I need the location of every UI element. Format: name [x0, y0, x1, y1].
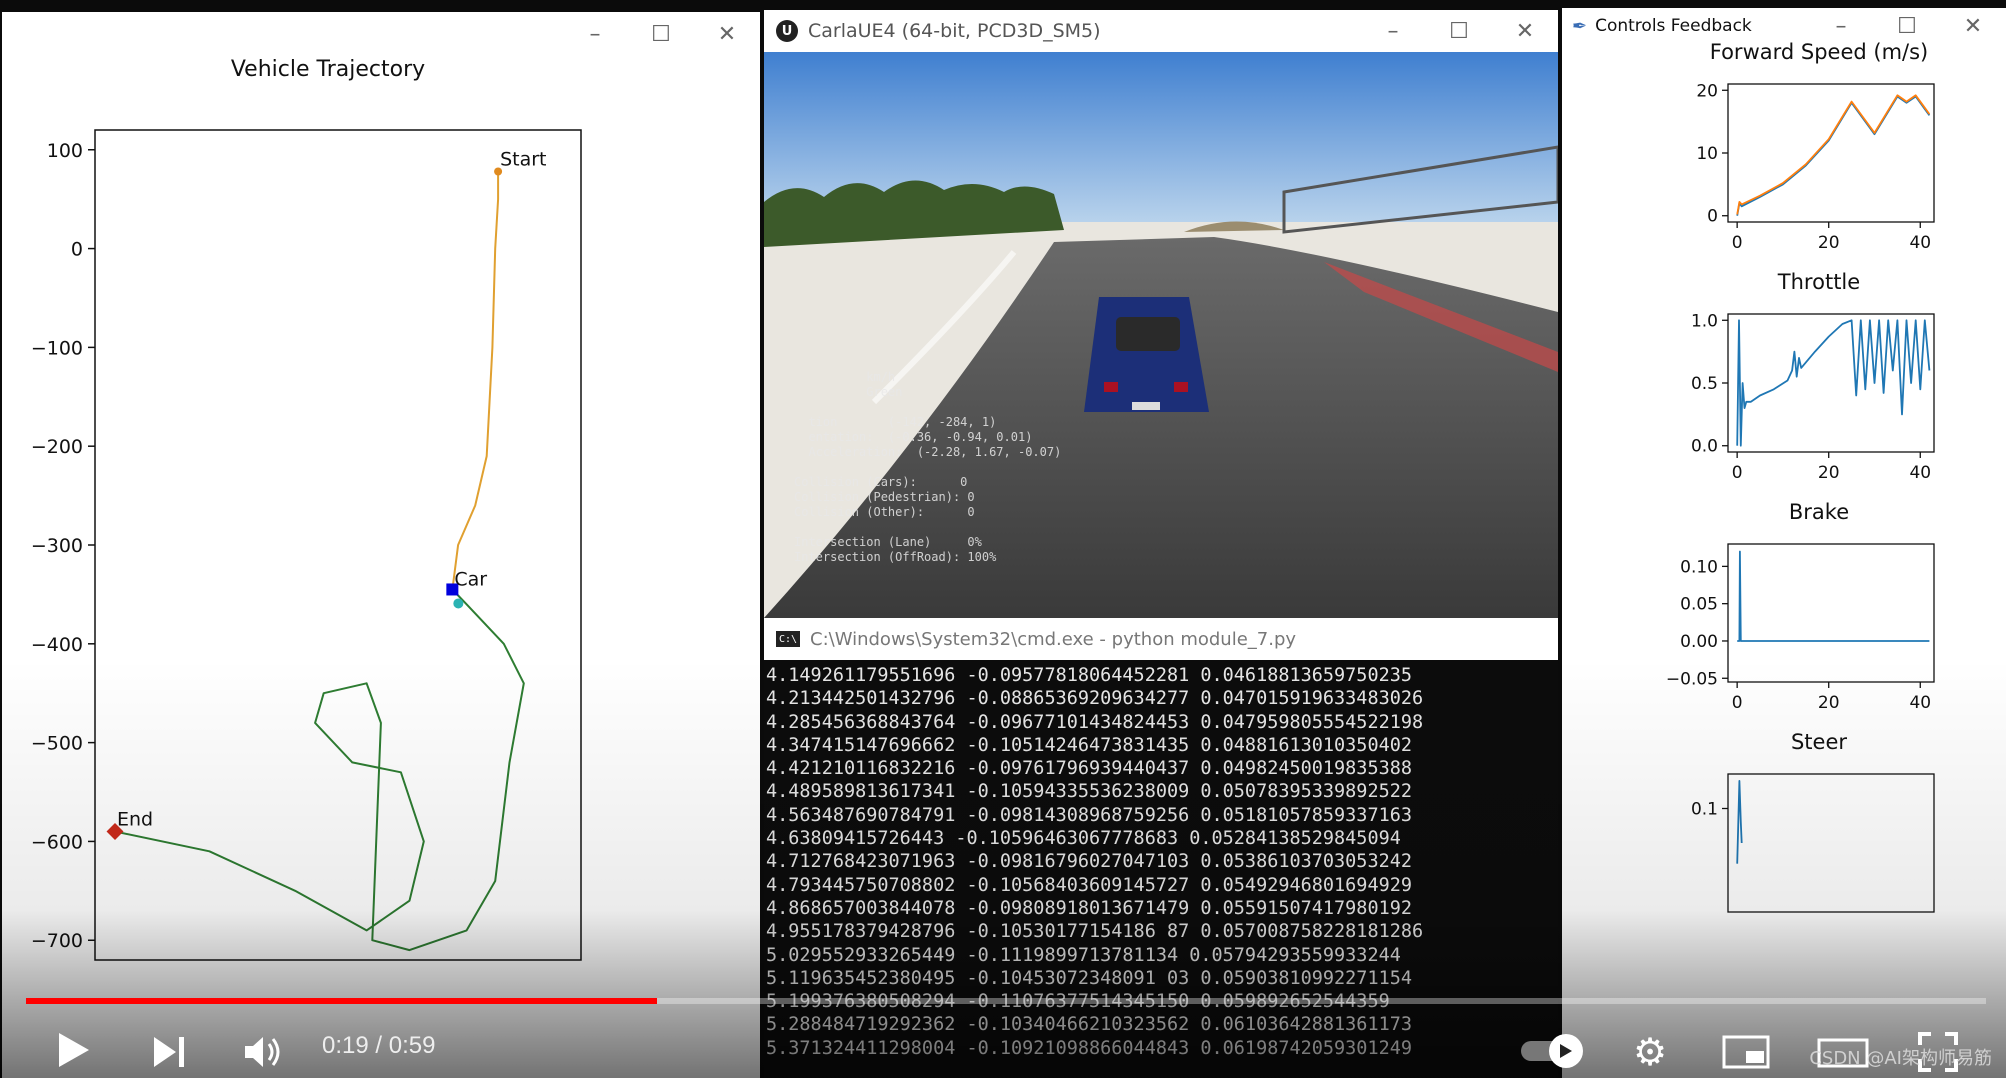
x-tick-label: 20: [1818, 693, 1840, 713]
y-tick-label: −600: [31, 831, 83, 853]
y-tick-label: 0.10: [1680, 557, 1718, 577]
next-button[interactable]: [150, 1032, 190, 1072]
skip-next-icon: [154, 1037, 184, 1067]
x-tick-label: 20: [1818, 233, 1840, 253]
controls-feedback-window: ✒ Controls Feedback – ☐ ✕ Forward Speed …: [1562, 8, 2006, 1078]
miniplayer-button[interactable]: [1720, 1032, 1772, 1072]
y-tick-label: −700: [31, 930, 83, 952]
carla-window: U CarlaUE4 (64-bit, PCD3D_SM5) – ☐ ✕ km/…: [764, 10, 1558, 618]
trajectory-title: Vehicle Trajectory: [231, 57, 425, 82]
lookahead-marker: [453, 598, 464, 609]
car-label: Car: [454, 568, 487, 590]
y-tick-label: −100: [31, 337, 83, 359]
console-line: 4.563487690784791 -0.09814308968759256 0…: [766, 804, 1413, 826]
y-tick-label: 0.00: [1680, 632, 1718, 652]
console-line: 4.421210116832216 -0.09761796939440437 0…: [766, 758, 1413, 780]
x-tick-label: 40: [1909, 233, 1931, 253]
carla-titlebar: U CarlaUE4 (64-bit, PCD3D_SM5) – ☐ ✕: [764, 10, 1558, 52]
x-tick-label: 40: [1909, 463, 1931, 483]
y-tick-label: 0: [1707, 207, 1718, 227]
feedback-plots: Forward Speed (m/s)201000 20 40Throttle1.0…: [1666, 40, 1935, 913]
y-tick-label: 0.1: [1691, 800, 1718, 820]
start-label: Start: [500, 149, 546, 171]
console-line: 5.371324411298004 -0.10921098866044843 0…: [766, 1037, 1413, 1059]
console-line: 4.347415147696662 -0.10514246473831435 0…: [766, 734, 1413, 756]
console-line: 4.793445750708802 -0.10568403609145727 0…: [766, 874, 1413, 896]
y-tick-label: 0.0: [1691, 437, 1718, 457]
console-icon: C:\: [776, 631, 800, 647]
y-tick-label: 0: [71, 239, 83, 261]
x-tick-label: 40: [1909, 693, 1931, 713]
close-button[interactable]: ✕: [1492, 10, 1558, 53]
console-line: 4.955178379428796 -0.10530177154186 87 0…: [766, 921, 1424, 943]
play-icon: [59, 1033, 89, 1067]
y-tick-label: −300: [31, 535, 83, 557]
console-line: 4.285456368843764 -0.09677101434824453 0…: [766, 711, 1424, 733]
y-tick-label: −200: [31, 436, 83, 458]
feedback-plot-frame: [1727, 83, 1935, 223]
y-tick-label: 0.05: [1680, 595, 1718, 615]
console-line: 4.149261179551696 -0.09577818064452281 0…: [766, 665, 1413, 686]
volume-icon: [245, 1037, 280, 1067]
y-tick-label: 1.0: [1691, 311, 1718, 331]
x-tick-label: 0: [1732, 463, 1743, 483]
cmd-window-title: C:\Windows\System32\cmd.exe - python mod…: [810, 628, 1297, 650]
vehicle-trajectory-window: – ☐ ✕ Vehicle Trajectory 100 0 −100 −200 −300…: [2, 12, 760, 1078]
x-tick-label: 0: [1732, 233, 1743, 253]
feedback-chart-title: Steer: [1791, 730, 1847, 754]
play-button[interactable]: [54, 1030, 94, 1070]
feedback-plot-frame: [1727, 773, 1935, 913]
feedback-chart-title: Forward Speed (m/s): [1710, 40, 1929, 64]
y-tick-label: 10: [1696, 144, 1718, 164]
watermark: CSDN @AI架构师易筋: [1809, 1048, 1992, 1069]
settings-button[interactable]: ⚙: [1628, 1030, 1672, 1074]
y-tick-label: −400: [31, 634, 83, 656]
y-tick-label: 100: [47, 140, 83, 162]
car: [1084, 297, 1209, 412]
console-line: 5.288484719292362 -0.10340466210323562 0…: [766, 1014, 1413, 1036]
y-tick-label: −0.05: [1666, 669, 1718, 689]
progress-played: [26, 998, 658, 1004]
console-line: 4.213442501432796 -0.08865369209634277 0…: [766, 688, 1424, 710]
autoplay-play-icon: [1560, 1044, 1572, 1058]
feedback-chart-title: Throttle: [1777, 270, 1860, 294]
carla-window-title: CarlaUE4 (64-bit, PCD3D_SM5): [808, 20, 1101, 42]
console-line: 4.868657003844078 -0.09808918013671479 0…: [766, 897, 1413, 919]
console-line: 4.489589813617341 -0.10594335536238009 0…: [766, 781, 1413, 803]
maximize-button[interactable]: ☐: [1426, 10, 1492, 53]
cmd-window: C:\ C:\Windows\System32\cmd.exe - python…: [764, 618, 1558, 1078]
console-line: 4.63809415726443 -0.10596463067778683 0.…: [766, 828, 1401, 850]
minimize-button[interactable]: –: [1360, 10, 1426, 53]
end-label: End: [117, 809, 153, 831]
hud-overlay: km/h Green tion (-142, -284, 1) entation…: [794, 370, 1062, 564]
x-tick-label: 20: [1818, 463, 1840, 483]
miniplayer-icon: [1722, 1035, 1770, 1069]
console-line: 5.119635452380495 -0.10453072348091 03 0…: [766, 967, 1413, 989]
autoplay-toggle[interactable]: [1514, 1034, 1584, 1068]
volume-button[interactable]: [242, 1032, 286, 1072]
x-tick-label: 0: [1732, 693, 1743, 713]
console-line: 4.712768423071963 -0.09816796027047103 0…: [766, 851, 1413, 873]
feedback-plot-frame: [1727, 543, 1935, 683]
gear-icon: ⚙: [1632, 1030, 1668, 1074]
progress-bar[interactable]: [26, 998, 1986, 1004]
cmd-titlebar: C:\ C:\Windows\System32\cmd.exe - python…: [764, 618, 1558, 660]
plot-frame: [94, 129, 582, 961]
y-tick-label: −500: [31, 733, 83, 755]
y-tick-label: 0.5: [1691, 374, 1718, 394]
trajectory-plot: Vehicle Trajectory 100 0 −100 −200 −300 −400 −5…: [31, 57, 582, 961]
y-tick-label: 20: [1696, 81, 1718, 101]
time-display: 0:19 / 0:59: [322, 1032, 436, 1059]
unreal-logo-icon: U: [776, 20, 798, 42]
feedback-chart-title: Brake: [1789, 500, 1849, 524]
console-line: 5.029552933265449 -0.1119899713781134 0.…: [766, 944, 1401, 966]
